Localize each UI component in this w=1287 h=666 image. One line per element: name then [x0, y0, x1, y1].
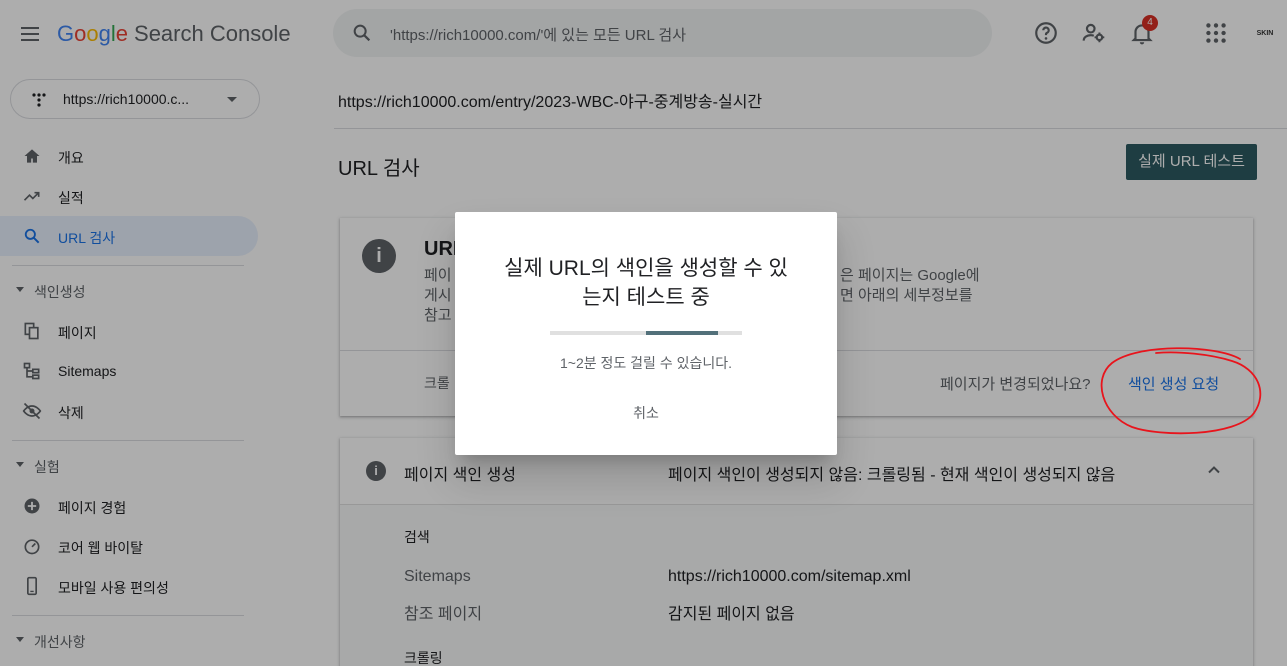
- progress-bar: [550, 331, 742, 335]
- cancel-button[interactable]: 취소: [620, 400, 672, 426]
- dialog-title: 실제 URL의 색인을 생성할 수 있 는지 테스트 중: [504, 257, 788, 309]
- progress-indicator: [646, 331, 718, 335]
- live-test-dialog: 실제 URL의 색인을 생성할 수 있 는지 테스트 중 1~2분 정도 걸릴 …: [455, 212, 837, 455]
- dialog-hint: 1~2분 정도 걸릴 수 있습니다.: [560, 355, 732, 371]
- red-annotation-circle: [1100, 347, 1262, 435]
